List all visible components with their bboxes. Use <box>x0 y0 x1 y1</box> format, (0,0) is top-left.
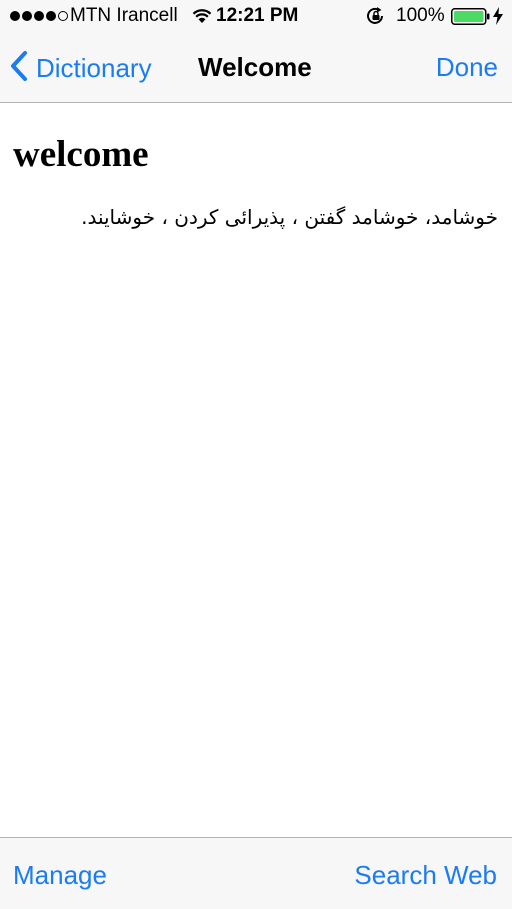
bottom-toolbar: Manage Search Web <box>0 837 512 909</box>
signal-dot <box>10 11 20 21</box>
charging-bolt-icon <box>492 7 504 31</box>
entry-definition: خوشامد، خوشامد گفتن ، پذیرائی کردن ، خوش… <box>81 205 498 229</box>
back-button-label: Dictionary <box>36 52 152 83</box>
battery-icon <box>451 8 491 32</box>
clock-time: 12:21 PM <box>216 5 299 26</box>
signal-dot <box>22 11 32 21</box>
signal-dot <box>46 11 56 21</box>
page-title: Welcome <box>198 52 312 82</box>
status-bar: MTN Irancell 12:21 PM 100% <box>0 0 512 32</box>
signal-dot <box>34 11 44 21</box>
navigation-area: MTN Irancell 12:21 PM 100% Dictionary We… <box>0 0 512 103</box>
entry-headword: welcome <box>13 134 149 175</box>
signal-dot-empty <box>58 11 68 21</box>
done-button[interactable]: Done <box>436 52 498 83</box>
signal-strength-icon <box>10 11 68 21</box>
rotation-lock-icon <box>366 7 386 31</box>
search-web-button[interactable]: Search Web <box>354 860 497 891</box>
battery-percent: 100% <box>396 5 445 26</box>
back-button[interactable]: Dictionary <box>10 48 152 88</box>
definition-content: welcome خوشامد، خوشامد گفتن ، پذیرائی کر… <box>0 103 512 837</box>
manage-button[interactable]: Manage <box>13 860 107 891</box>
carrier-name: MTN Irancell <box>70 5 178 26</box>
chevron-left-icon <box>10 50 28 87</box>
wifi-icon <box>192 8 212 30</box>
